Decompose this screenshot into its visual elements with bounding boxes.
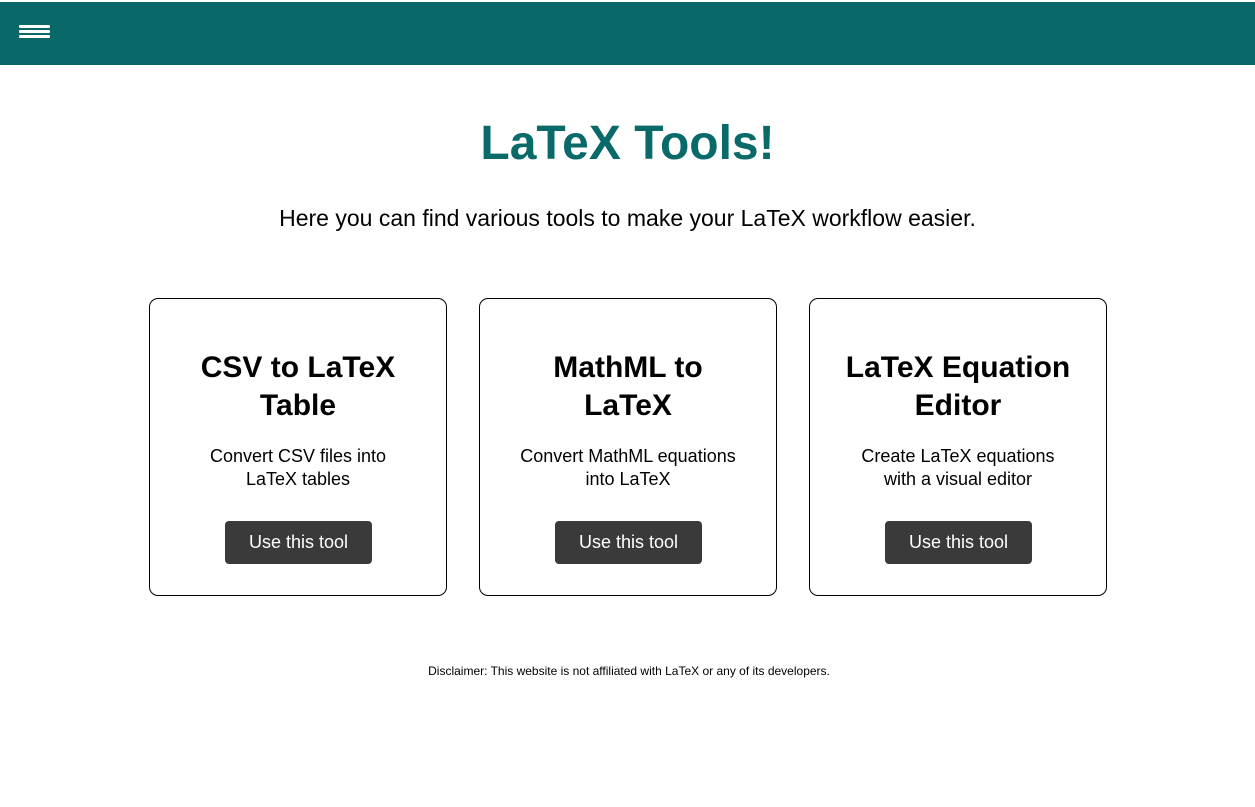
tool-card-latex-equation-editor: LaTeX Equation Editor Create LaTeX equat… [809, 298, 1107, 596]
page-subtitle: Here you can find various tools to make … [279, 205, 976, 231]
hamburger-line [19, 25, 50, 28]
footer-disclaimer: Disclaimer: This website is not affiliat… [428, 664, 830, 678]
card-description: Create LaTeX equations with a visual edi… [861, 446, 1055, 489]
hamburger-menu-button[interactable] [19, 25, 51, 43]
hamburger-line [19, 30, 50, 33]
card-description: Convert MathML equations into LaTeX [520, 446, 736, 489]
tool-card-csv-to-latex: CSV to LaTeX Table Convert CSV files int… [149, 298, 447, 596]
use-tool-button-csv-to-latex[interactable]: Use this tool [225, 521, 372, 564]
top-navigation-bar [0, 2, 1255, 65]
use-tool-button-latex-equation-editor[interactable]: Use this tool [885, 521, 1032, 564]
page-title: LaTeX Tools! [480, 117, 775, 170]
use-tool-button-mathml-to-latex[interactable]: Use this tool [555, 521, 702, 564]
card-title: LaTeX Equation Editor [845, 351, 1071, 422]
card-title: MathML to LaTeX [553, 351, 703, 422]
card-title: CSV to LaTeX Table [200, 351, 396, 422]
card-description: Convert CSV files into LaTeX tables [209, 446, 387, 489]
hamburger-line [19, 35, 50, 38]
tool-card-mathml-to-latex: MathML to LaTeX Convert MathML equations… [479, 298, 777, 596]
